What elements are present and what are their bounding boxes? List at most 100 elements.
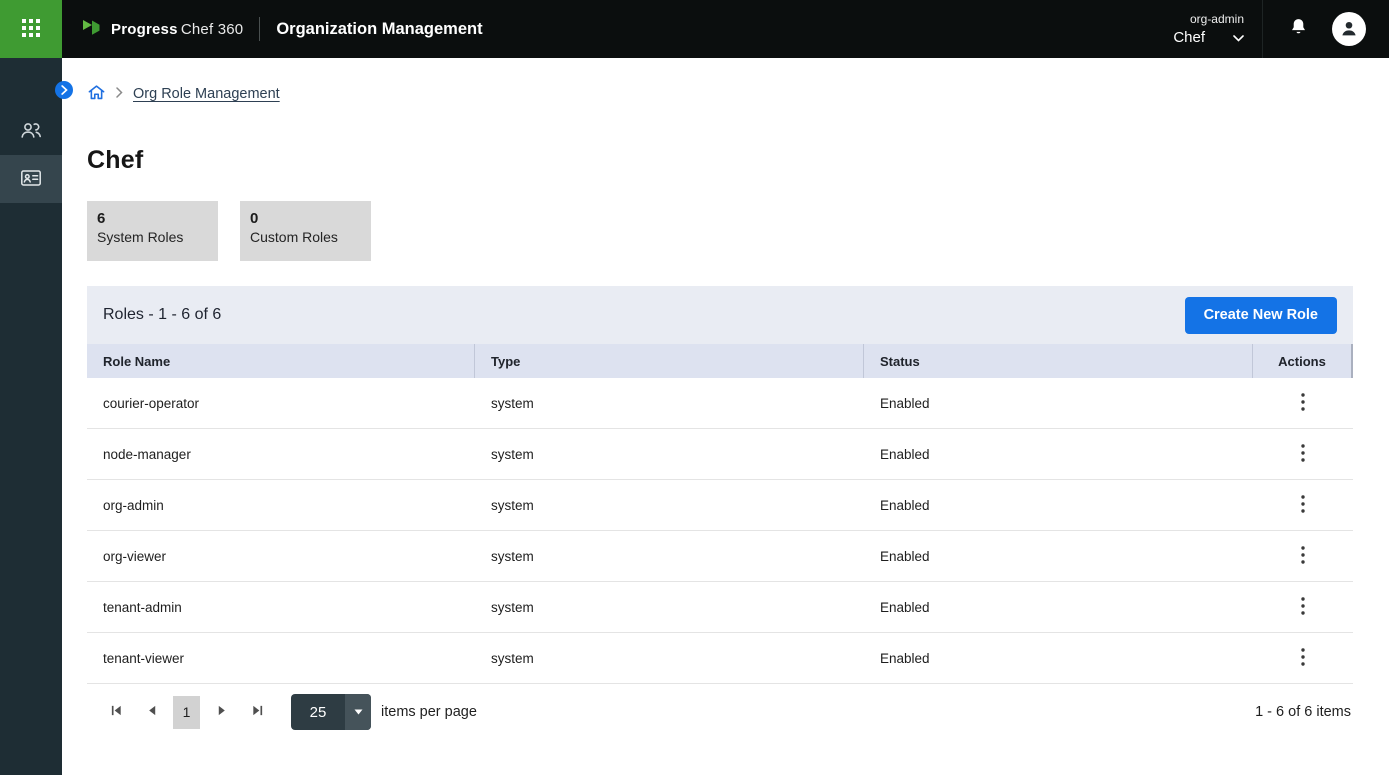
last-page-icon: [251, 704, 264, 720]
table-title-band: Roles - 1 - 6 of 6 Create New Role: [87, 286, 1353, 344]
items-per-page-label: items per page: [381, 704, 477, 720]
table-row: node-manager system Enabled: [87, 429, 1353, 480]
chevron-down-icon: [1233, 30, 1244, 45]
app-launcher-button[interactable]: [0, 0, 62, 58]
kebab-menu-icon: [1301, 597, 1305, 618]
org-switcher-button[interactable]: org-admin Chef: [1173, 12, 1244, 46]
sidebar-item-users[interactable]: [0, 107, 62, 155]
row-actions-kebab-button[interactable]: [1291, 438, 1315, 471]
stat-label: System Roles: [97, 229, 208, 245]
user-role-label: org-admin: [1190, 12, 1244, 26]
cell-role-name: node-manager: [87, 447, 475, 462]
cell-type: system: [475, 396, 864, 411]
cell-type: system: [475, 651, 864, 666]
progress-logo-icon: [80, 16, 102, 43]
column-header-actions: Actions: [1253, 344, 1351, 378]
kebab-menu-icon: [1301, 648, 1305, 669]
table-row: tenant-admin system Enabled: [87, 582, 1353, 633]
row-actions-kebab-button[interactable]: [1291, 387, 1315, 420]
row-actions-kebab-button[interactable]: [1291, 642, 1315, 675]
notifications-button[interactable]: [1283, 12, 1314, 46]
kebab-menu-icon: [1301, 444, 1305, 465]
page-title: Chef: [87, 146, 1353, 175]
table-row: tenant-viewer system Enabled: [87, 633, 1353, 684]
table-row: org-viewer system Enabled: [87, 531, 1353, 582]
breadcrumb-separator-icon: [116, 85, 123, 103]
pagination-page-1-button[interactable]: 1: [173, 696, 200, 729]
pagination-prev-page-button[interactable]: [138, 697, 164, 727]
kebab-menu-icon: [1301, 393, 1305, 414]
brand-logo: Progress Chef 360: [80, 16, 243, 43]
cell-actions: [1253, 489, 1353, 522]
cell-type: system: [475, 600, 864, 615]
cell-actions: [1253, 387, 1353, 420]
cell-role-name: org-viewer: [87, 549, 475, 564]
cell-actions: [1253, 438, 1353, 471]
cell-role-name: tenant-admin: [87, 600, 475, 615]
breadcrumb-home-button[interactable]: [87, 83, 106, 105]
main-content: Org Role Management Chef 6 System Roles …: [62, 58, 1389, 775]
waffle-grid-icon: [21, 18, 41, 41]
kebab-menu-icon: [1301, 495, 1305, 516]
cell-role-name: courier-operator: [87, 396, 475, 411]
table-row: courier-operator system Enabled: [87, 378, 1353, 429]
dropdown-caret-icon: [345, 694, 371, 730]
cell-actions: [1253, 540, 1353, 573]
role-badge-icon: [19, 166, 43, 193]
cell-status: Enabled: [864, 549, 1253, 564]
cell-type: system: [475, 447, 864, 462]
breadcrumb-link-org-role-management[interactable]: Org Role Management: [133, 86, 280, 102]
cell-status: Enabled: [864, 498, 1253, 513]
table-body: courier-operator system Enabled: [87, 378, 1353, 684]
org-name-label: Chef: [1173, 29, 1205, 46]
cell-status: Enabled: [864, 600, 1253, 615]
page-size-dropdown[interactable]: 25: [291, 694, 371, 730]
row-actions-kebab-button[interactable]: [1291, 540, 1315, 573]
app-title: Organization Management: [276, 20, 482, 39]
cell-status: Enabled: [864, 447, 1253, 462]
pagination-range-label: 1 - 6 of 6 items: [1255, 704, 1351, 720]
stat-label: Custom Roles: [250, 229, 361, 245]
stat-value: 0: [250, 210, 361, 227]
user-avatar-button[interactable]: [1332, 12, 1366, 46]
cell-status: Enabled: [864, 396, 1253, 411]
column-header-role-name: Role Name: [87, 344, 475, 378]
cell-type: system: [475, 498, 864, 513]
cell-actions: [1253, 642, 1353, 675]
chevron-right-icon: [61, 83, 68, 98]
roles-table: Roles - 1 - 6 of 6 Create New Role Role …: [87, 286, 1353, 740]
first-page-icon: [110, 704, 123, 720]
sidebar: [0, 58, 62, 775]
row-actions-kebab-button[interactable]: [1291, 489, 1315, 522]
stat-value: 6: [97, 210, 208, 227]
stats-row: 6 System Roles 0 Custom Roles: [87, 201, 1353, 261]
sidebar-item-org-roles[interactable]: [0, 155, 62, 203]
row-actions-kebab-button[interactable]: [1291, 591, 1315, 624]
column-header-type: Type: [475, 344, 864, 378]
table-header-row: Role Name Type Status Actions: [87, 344, 1353, 378]
cell-role-name: org-admin: [87, 498, 475, 513]
sidebar-expand-button[interactable]: [55, 81, 73, 99]
home-icon: [87, 83, 106, 105]
brand-text: Progress Chef 360: [111, 21, 243, 38]
kebab-menu-icon: [1301, 546, 1305, 567]
pagination-first-page-button[interactable]: [103, 697, 129, 727]
stat-card-custom-roles: 0 Custom Roles: [240, 201, 371, 261]
stat-card-system-roles: 6 System Roles: [87, 201, 218, 261]
column-header-status: Status: [864, 344, 1253, 378]
pagination-last-page-button[interactable]: [244, 697, 270, 727]
header-divider: [259, 17, 260, 41]
bell-icon: [1287, 16, 1310, 42]
cell-actions: [1253, 591, 1353, 624]
breadcrumb: Org Role Management: [87, 84, 1353, 104]
users-icon: [19, 118, 43, 145]
cell-role-name: tenant-viewer: [87, 651, 475, 666]
create-new-role-button[interactable]: Create New Role: [1185, 297, 1337, 334]
table-footer: 1 25 items per page 1 - 6 of 6 items: [87, 684, 1353, 740]
next-page-icon: [217, 704, 228, 720]
table-title: Roles - 1 - 6 of 6: [103, 306, 221, 324]
cell-type: system: [475, 549, 864, 564]
top-bar: Progress Chef 360 Organization Managemen…: [0, 0, 1389, 58]
cell-status: Enabled: [864, 651, 1253, 666]
pagination-next-page-button[interactable]: [209, 697, 235, 727]
